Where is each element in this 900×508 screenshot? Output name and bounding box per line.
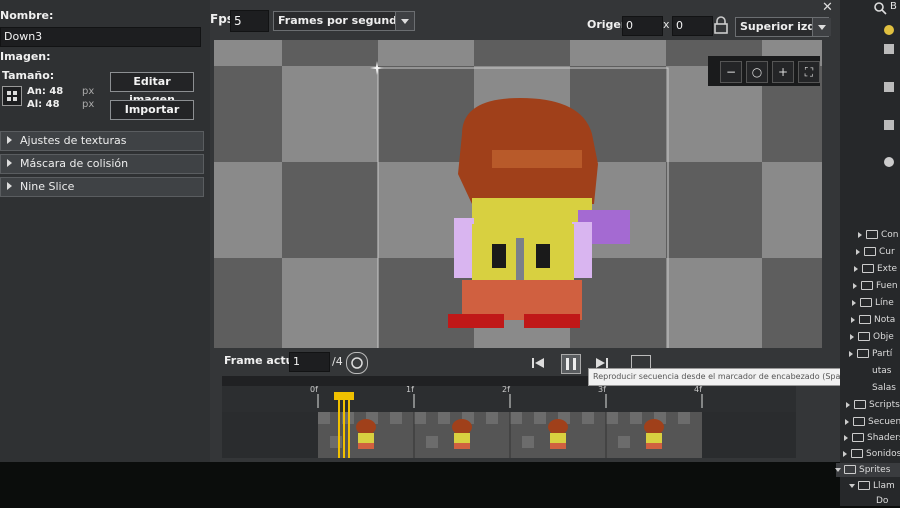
width-unit: px	[82, 86, 95, 97]
asset-folder[interactable]: utas	[872, 364, 891, 378]
marker-1f: 1f	[406, 385, 414, 394]
texture-settings-section[interactable]: Ajustes de texturas	[0, 131, 204, 151]
height-value: Al: 48	[27, 99, 60, 110]
folder-icon	[866, 230, 878, 239]
folder-icon	[862, 264, 874, 273]
asset-folder[interactable]: Nota	[851, 313, 895, 327]
origin-preset-chevron-icon[interactable]	[812, 18, 831, 36]
asset-folder-sprites[interactable]: Sprites	[835, 463, 900, 477]
origin-marker-icon[interactable]	[370, 60, 384, 75]
size-label: Tamaño:	[2, 69, 55, 82]
folder-icon	[864, 247, 876, 256]
zoom-reset-icon[interactable]: ○	[746, 61, 768, 83]
frame-total: /4	[332, 355, 343, 368]
import-button[interactable]: Importar	[110, 100, 194, 120]
name-label: Nombre:	[0, 9, 54, 22]
folder-arrow-icon	[858, 231, 862, 238]
asset-folder[interactable]: Líne	[852, 296, 894, 310]
frame-thumbnail[interactable]	[640, 419, 668, 451]
expand-arrow-icon	[7, 136, 12, 144]
character-sprite	[432, 94, 632, 336]
folder-arrow-icon	[852, 299, 856, 306]
image-label: Imagen:	[0, 50, 51, 63]
folder-icon	[854, 400, 866, 409]
tooltip: Reproducir secuencia desde el marcador d…	[588, 368, 856, 386]
width-value: An: 48	[27, 86, 64, 97]
folder-icon	[853, 417, 865, 426]
asset-folder[interactable]: Secuen	[845, 415, 900, 429]
folder-icon	[844, 465, 856, 474]
grid-icon[interactable]	[2, 86, 22, 106]
frame-thumbnail[interactable]	[448, 419, 476, 451]
folder-arrow-icon	[854, 265, 858, 272]
frame-thumbnail[interactable]	[352, 419, 380, 451]
folder-icon	[858, 481, 870, 490]
asset-folder[interactable]: Exte	[854, 262, 897, 276]
marker-3f: 3f	[598, 385, 606, 394]
folder-icon	[858, 332, 870, 341]
search-input[interactable]: B	[890, 1, 897, 12]
asset-folder[interactable]: Fuen	[853, 279, 898, 293]
asset-folder[interactable]: Partí	[849, 347, 892, 361]
playhead[interactable]	[334, 392, 354, 458]
asset-folder[interactable]: Llam	[849, 479, 895, 493]
folder-icon	[857, 349, 869, 358]
folder-icon	[851, 449, 863, 458]
search-icon[interactable]	[873, 0, 887, 15]
name-input[interactable]: Down3	[0, 27, 201, 47]
onion-skin-icon[interactable]	[346, 352, 368, 374]
folder-arrow-icon	[843, 450, 847, 457]
folder-arrow-icon	[849, 350, 853, 357]
origin-y-input[interactable]: 0	[672, 16, 713, 36]
resource-icons	[880, 22, 898, 192]
current-frame-input[interactable]: 1	[289, 352, 330, 372]
folder-arrow-icon	[851, 316, 855, 323]
properties-panel: Nombre: Down3 Imagen: Tamaño: An: 48 Al:…	[0, 0, 212, 462]
asset-folder[interactable]: Sonidos	[843, 447, 900, 461]
close-icon[interactable]: ✕	[822, 0, 833, 15]
asset-folder[interactable]: Salas	[872, 381, 896, 395]
origin-separator: x	[663, 18, 670, 31]
fit-to-screen-icon[interactable]: ⛶	[798, 61, 820, 83]
edit-image-button[interactable]: Editar imagen	[110, 72, 194, 106]
fps-mode-chevron-icon[interactable]	[395, 12, 414, 30]
folder-icon	[861, 281, 873, 290]
fps-mode-value: Frames por segundo	[278, 14, 405, 27]
height-unit: px	[82, 99, 95, 110]
nine-slice-section[interactable]: Nine Slice	[0, 177, 204, 197]
expand-arrow-icon	[7, 182, 12, 190]
folder-icon	[859, 315, 871, 324]
folder-arrow-icon	[856, 248, 860, 255]
folder-icon	[860, 298, 872, 307]
folder-arrow-icon	[849, 483, 855, 488]
origin-x-input[interactable]: 0	[622, 16, 663, 36]
folder-arrow-icon	[846, 401, 850, 408]
zoom-in-icon[interactable]: +	[772, 61, 794, 83]
zoom-out-icon[interactable]: −	[720, 61, 742, 83]
folder-arrow-icon	[850, 333, 854, 340]
asset-folder[interactable]: Scripts	[846, 398, 900, 412]
fps-mode-dropdown[interactable]: Frames por segundo	[273, 11, 415, 31]
asset-folder[interactable]: Cur	[856, 245, 895, 259]
skip-to-start-icon[interactable]	[530, 355, 546, 371]
folder-arrow-icon	[845, 418, 849, 425]
play-from-header-button[interactable]	[561, 354, 581, 374]
marker-0f: 0f	[310, 385, 318, 394]
marker-4f: 4f	[694, 385, 702, 394]
asset-folder[interactable]: Con	[858, 228, 899, 242]
folder-arrow-icon	[844, 434, 848, 441]
expand-arrow-icon	[7, 159, 12, 167]
folder-icon	[852, 433, 864, 442]
asset-folder[interactable]: Obje	[850, 330, 894, 344]
asset-folder[interactable]: Shaders	[844, 431, 900, 445]
folder-arrow-icon	[853, 282, 857, 289]
collision-mask-section[interactable]: Máscara de colisión	[0, 154, 204, 174]
folder-arrow-icon	[835, 467, 841, 472]
lock-icon[interactable]	[714, 16, 728, 34]
marker-2f: 2f	[502, 385, 510, 394]
fps-input[interactable]: 5	[230, 10, 269, 32]
frame-thumbnail[interactable]	[544, 419, 572, 451]
